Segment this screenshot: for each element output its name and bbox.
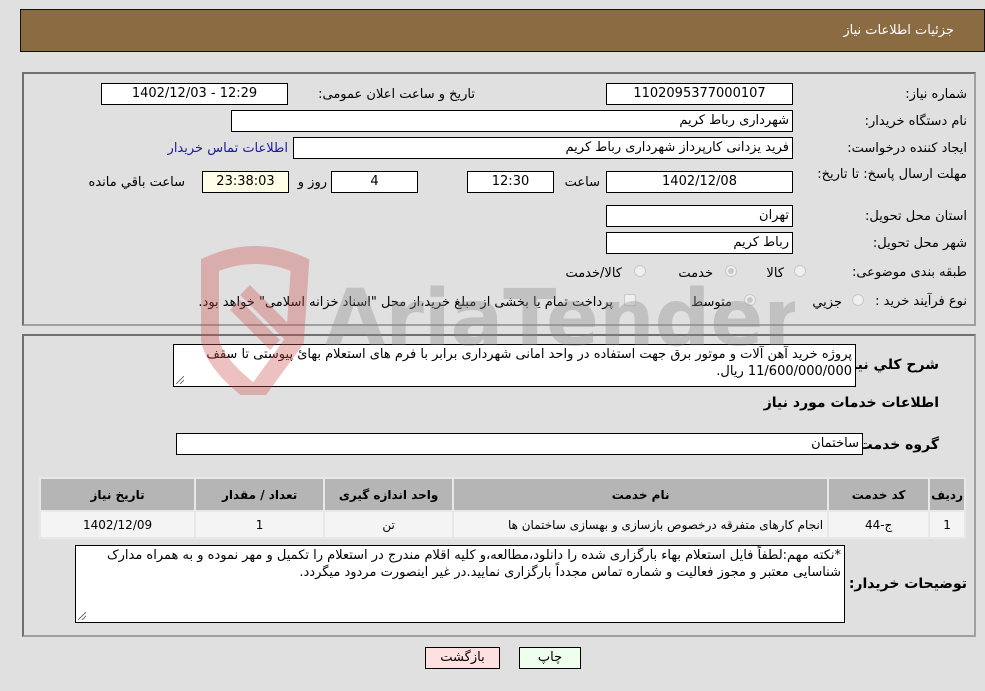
category-option-goods-service: کالا/خدمت [565, 266, 622, 281]
cell-service-name: انجام کارهای متفرقه درخصوص بازسازی و بهس… [452, 510, 830, 539]
process-option-medium: متوسط [691, 295, 732, 310]
back-button[interactable]: بازگشت [425, 647, 500, 669]
city-field: رباط کریم [606, 232, 793, 254]
description-text: پروژه خرید آهن آلات و موتور برق جهت استف… [206, 347, 852, 379]
need-number-label: شماره نیاز: [905, 87, 967, 102]
table-row: 1 ج-44 انجام کارهای متفرقه درخصوص بازساز… [38, 510, 966, 539]
need-number-field: 1102095377000107 [606, 83, 793, 105]
process-radio-medium[interactable] [744, 294, 756, 306]
services-table: رديف کد خدمت نام خدمت واحد اندازه گیری ت… [38, 477, 966, 539]
cell-unit: تن [323, 510, 455, 539]
province-field: تهران [606, 205, 793, 227]
service-group-label: گروه خدمت: [853, 437, 939, 453]
buyer-org-label: نام دستگاه خریدار: [864, 114, 967, 129]
days-remaining-field: 4 [331, 171, 418, 193]
buyer-notes-textarea[interactable]: *نکته مهم:لطفاً فایل استعلام بهاء بارگزا… [75, 545, 845, 623]
process-option-minor: جزيي [812, 295, 842, 310]
creator-label: ایجاد کننده درخواست: [847, 141, 967, 156]
buyer-notes-text: *نکته مهم:لطفاً فایل استعلام بهاء بارگزا… [106, 548, 841, 580]
col-service-name: نام خدمت [452, 477, 830, 512]
process-radio-minor[interactable] [852, 294, 864, 306]
services-heading: اطلاعات خدمات مورد نياز [763, 395, 939, 411]
print-button[interactable]: چاپ [519, 647, 581, 669]
cell-need-date: 1402/12/09 [38, 510, 197, 539]
time-remaining-field: 23:38:03 [202, 171, 289, 193]
page-header: جزئیات اطلاعات نیاز [20, 9, 985, 52]
description-textarea[interactable]: پروژه خرید آهن آلات و موتور برق جهت استف… [173, 344, 856, 387]
buyer-org-field: شهرداری رباط کریم [231, 110, 793, 132]
cell-quantity: 1 [194, 510, 326, 539]
col-quantity: تعداد / مقدار [194, 477, 326, 512]
buyer-notes-label: توضيحات خريدار: [848, 576, 967, 592]
creator-field: فرید یزدانی کارپرداز شهرداری رباط کریم [293, 137, 793, 159]
deadline-label: مهلت ارسال پاسخ: تا تاریخ: [817, 167, 967, 182]
col-unit: واحد اندازه گیری [323, 477, 455, 512]
resize-grip-icon[interactable] [176, 376, 184, 384]
process-label: نوع فرآیند خرید : [875, 294, 967, 309]
category-radio-service[interactable] [725, 265, 737, 277]
service-group-field: ساختمان [176, 433, 863, 455]
announce-datetime-field: 1402/12/03 - 12:29 [101, 83, 288, 105]
col-service-code: کد خدمت [827, 477, 931, 512]
treasury-checkbox[interactable] [624, 294, 636, 306]
category-radio-goods-service[interactable] [634, 265, 646, 277]
city-label: شهر محل تحویل: [872, 236, 967, 251]
days-label: روز و [297, 175, 327, 190]
treasury-checkbox-label: پرداخت تمام یا بخشی از مبلغ خرید،از محل … [198, 295, 613, 310]
province-label: استان محل تحویل: [865, 209, 967, 224]
deadline-time-field: 12:30 [467, 171, 554, 193]
col-row-number: رديف [928, 477, 966, 512]
category-radio-goods[interactable] [794, 265, 806, 277]
cell-service-code: ج-44 [827, 510, 931, 539]
announce-label: تاریخ و ساعت اعلان عمومی: [318, 87, 475, 102]
category-option-service: خدمت [678, 266, 713, 281]
cell-row-number: 1 [928, 510, 966, 539]
category-option-goods: کالا [766, 266, 784, 281]
resize-grip-icon[interactable] [78, 612, 86, 620]
deadline-time-label: ساعت [564, 175, 600, 190]
time-remaining-label: ساعت باقي مانده [88, 175, 185, 190]
table-header-row: رديف کد خدمت نام خدمت واحد اندازه گیری ت… [38, 477, 966, 512]
deadline-date-field: 1402/12/08 [606, 171, 793, 193]
buyer-contact-link[interactable]: اطلاعات تماس خریدار [168, 141, 288, 156]
col-need-date: تاریخ نیاز [38, 477, 197, 512]
page-title: جزئیات اطلاعات نیاز [843, 23, 954, 38]
category-label: طبقه بندی موضوعی: [851, 265, 967, 280]
